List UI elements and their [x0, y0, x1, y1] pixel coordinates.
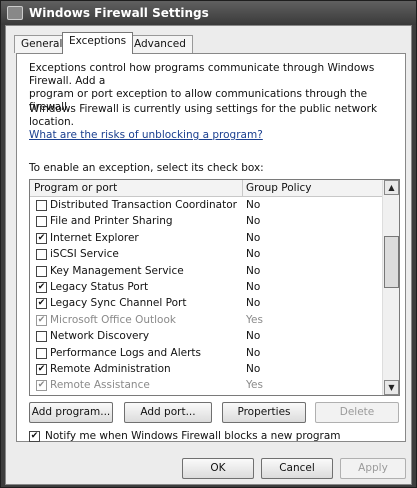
apply-button[interactable]: Apply [340, 458, 406, 479]
notify-option[interactable]: ✔ Notify me when Windows Firewall blocks… [29, 429, 341, 443]
exception-checkbox[interactable] [36, 249, 47, 261]
list-item[interactable]: ✔ Legacy Status Port No [30, 280, 383, 296]
notify-checkbox[interactable]: ✔ [29, 430, 40, 442]
exception-checkbox[interactable] [36, 200, 47, 211]
group-policy-value: No [246, 280, 261, 293]
dialog-body: General Exceptions Advanced Exceptions c… [5, 25, 412, 485]
list-header: Program or port Group Policy [30, 180, 383, 197]
cancel-button[interactable]: Cancel [261, 458, 333, 479]
group-policy-value: No [246, 362, 261, 375]
program-name: Distributed Transaction Coordinator [50, 199, 237, 211]
program-name: Performance Logs and Alerts [50, 346, 201, 359]
exception-checkbox[interactable] [36, 331, 47, 343]
list-item[interactable]: ✔ Remote Assistance Yes [30, 378, 383, 394]
program-name: Legacy Status Port [50, 280, 149, 293]
program-name: Legacy Sync Channel Port [50, 297, 187, 310]
group-policy-value: No [246, 346, 261, 359]
program-name: Remote Assistance [50, 379, 150, 392]
list-rows: Distributed Transaction Coordinator No Fil… [30, 198, 383, 396]
firewall-settings-window: Windows Firewall Settings General Except… [0, 0, 417, 488]
group-policy-value: No [246, 297, 261, 310]
exception-checkbox[interactable] [36, 216, 47, 228]
add-port-button[interactable]: Add port... [124, 402, 212, 423]
list-item[interactable]: Key Management Service No [30, 264, 383, 280]
group-policy-value: Yes [246, 379, 263, 392]
column-program-or-port[interactable]: Program or port [34, 182, 117, 194]
group-policy-value: No [246, 215, 261, 228]
group-policy-value: No [246, 330, 261, 343]
network-location-status: Windows Firewall is currently using sett… [29, 103, 378, 128]
program-name: Network Discovery [50, 330, 150, 343]
exception-checkbox[interactable]: ✔ [36, 232, 47, 244]
intro-line-1: Exceptions control how programs communic… [29, 62, 375, 87]
notify-label: Notify me when Windows Firewall blocks a… [45, 430, 341, 442]
tab-advanced[interactable]: Advanced [127, 35, 193, 53]
group-policy-value: No [246, 248, 261, 261]
exception-checkbox[interactable]: ✔ [36, 298, 47, 310]
title-bar[interactable]: Windows Firewall Settings [1, 1, 416, 25]
list-item[interactable]: Performance Logs and Alerts No [30, 346, 383, 362]
window-title: Windows Firewall Settings [29, 6, 209, 20]
list-scrollbar[interactable]: ▲ ▼ [382, 180, 399, 395]
list-instruction: To enable an exception, select its check… [29, 162, 264, 174]
group-policy-value: No [246, 264, 261, 277]
exception-checkbox[interactable] [36, 265, 47, 277]
properties-button[interactable]: Properties [222, 402, 306, 423]
program-name: File and Printer Sharing [50, 215, 173, 228]
list-item[interactable]: Distributed Transaction Coordinator No [30, 198, 383, 214]
list-item[interactable]: ✔ Internet Explorer No [30, 231, 383, 247]
list-item[interactable]: File and Printer Sharing No [30, 214, 383, 230]
program-name: Remote Administration [50, 362, 171, 375]
tab-exceptions[interactable]: Exceptions [62, 32, 134, 54]
list-item[interactable]: ✔ Remote Administration No [30, 362, 383, 378]
exception-checkbox: ✔ [36, 380, 47, 392]
group-policy-value: No [246, 231, 261, 244]
delete-button[interactable]: Delete [315, 402, 399, 423]
scroll-down-button[interactable]: ▼ [384, 380, 399, 395]
add-program-button[interactable]: Add program... [29, 402, 113, 423]
risk-link[interactable]: What are the risks of unblocking a progr… [29, 129, 399, 142]
group-policy-value: No [246, 199, 261, 211]
exception-checkbox[interactable]: ✔ [36, 363, 47, 375]
ok-button[interactable]: OK [182, 458, 254, 479]
column-divider[interactable] [242, 180, 243, 197]
list-item[interactable]: iSCSI Service No [30, 247, 383, 263]
scroll-up-button[interactable]: ▲ [384, 180, 399, 195]
program-name: iSCSI Service [50, 248, 119, 261]
column-group-policy[interactable]: Group Policy [246, 182, 312, 194]
status-block: Windows Firewall is currently using sett… [29, 103, 399, 142]
list-item[interactable]: Network Discovery No [30, 329, 383, 345]
firewall-app-icon [7, 6, 23, 20]
exceptions-panel: Exceptions control how programs communic… [16, 53, 406, 442]
list-item[interactable]: ✔ Microsoft Office Outlook Yes [30, 313, 383, 329]
exceptions-list[interactable]: Program or port Group Policy Distributed… [29, 179, 400, 396]
exception-checkbox: ✔ [36, 314, 47, 326]
exception-checkbox[interactable]: ✔ [36, 281, 47, 293]
program-name: Internet Explorer [50, 231, 139, 244]
exception-checkbox[interactable] [36, 347, 47, 359]
group-policy-value: Yes [246, 313, 263, 326]
scroll-thumb[interactable] [384, 236, 399, 288]
program-name: Key Management Service [50, 264, 184, 277]
list-item[interactable]: ✔ Legacy Sync Channel Port No [30, 296, 383, 312]
list-item[interactable]: Remote AssistanceNo [30, 395, 383, 396]
program-name: Microsoft Office Outlook [50, 313, 176, 326]
